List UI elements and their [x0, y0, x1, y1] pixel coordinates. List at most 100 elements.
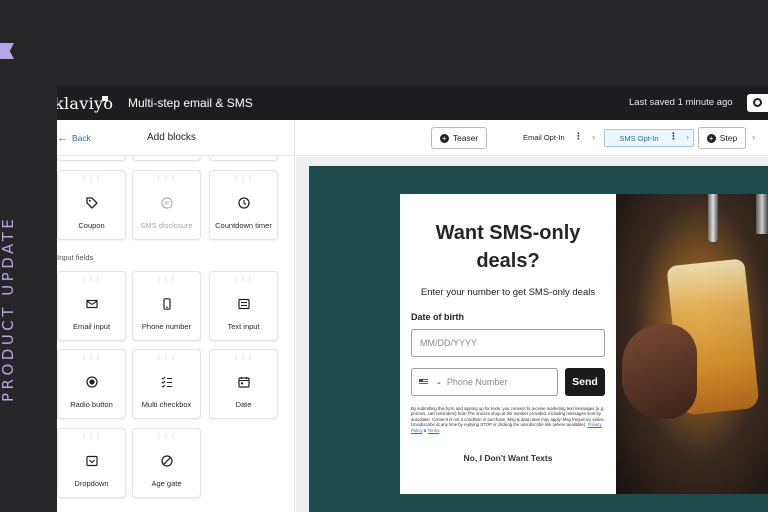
tab-add-step[interactable]: + Step — [698, 127, 746, 149]
block-sms-disclosure[interactable]: ⋮⋮⋮ SMS disclosure — [132, 170, 201, 240]
tab-step-label: Step — [719, 133, 738, 143]
tab-sms-optin[interactable]: SMS Opt-In — [604, 129, 694, 147]
block-card-partial[interactable] — [57, 157, 126, 161]
block-label: Email input — [72, 322, 111, 331]
drag-handle-icon[interactable]: ⋮⋮⋮ — [210, 276, 277, 283]
block-multi-checkbox[interactable]: ⋮⋮⋮ Multi checkbox — [132, 349, 201, 419]
form-headline[interactable]: Want SMS-only deals? — [400, 219, 616, 275]
panel-title: Add blocks — [147, 132, 196, 143]
signup-form-preview[interactable]: Want SMS-only deals? Enter your number t… — [400, 194, 616, 494]
drag-handle-icon[interactable]: ⋮⋮⋮ — [133, 433, 200, 440]
phone-icon — [133, 298, 200, 310]
dropdown-icon — [58, 455, 125, 467]
hand — [622, 324, 697, 419]
checklist-icon — [133, 376, 200, 388]
section-input-fields: Input fields — [57, 253, 94, 262]
blocks-list[interactable]: ⋮⋮⋮ Coupon ⋮⋮⋮ SMS disclosure ⋮⋮⋮ Countd… — [57, 157, 295, 512]
form-subtext[interactable]: Enter your number to get SMS-only deals — [400, 287, 616, 298]
block-label: Dropdown — [74, 479, 109, 488]
send-button[interactable]: Send — [565, 368, 605, 396]
phone-field[interactable]: ⌄ Phone Number — [411, 368, 558, 396]
prohibited-icon — [133, 455, 200, 467]
tab-teaser-label: Teaser — [452, 133, 479, 143]
block-label: Phone number — [141, 322, 192, 331]
tab-email-optin[interactable]: Email Opt-In — [523, 133, 565, 142]
drag-handle-icon[interactable]: ⋮⋮⋮ — [210, 354, 277, 361]
form-headline-text: Want SMS-only deals? — [435, 222, 581, 272]
phone-placeholder: Phone Number — [446, 377, 508, 387]
back-link[interactable]: ← Back — [57, 132, 91, 144]
preview-button[interactable] — [747, 94, 768, 112]
drag-handle-icon[interactable]: ⋮⋮⋮ — [58, 276, 125, 283]
block-card-partial[interactable] — [209, 157, 278, 161]
form-title: Multi-step email & SMS — [128, 96, 253, 110]
beer-tap — [756, 194, 768, 234]
calendar-icon — [210, 376, 277, 388]
block-text-input[interactable]: ⋮⋮⋮ Text input — [209, 271, 278, 341]
last-saved-status: Last saved 1 minute ago — [629, 97, 733, 108]
block-card-partial[interactable] — [132, 157, 201, 161]
drag-handle-icon[interactable]: ⋮⋮⋮ — [210, 175, 277, 182]
us-flag-icon — [419, 379, 428, 385]
drag-handle-icon[interactable]: ⋮⋮⋮ — [58, 354, 125, 361]
terms-link[interactable]: Terms — [428, 428, 440, 433]
block-radio-button[interactable]: ⋮⋮⋮ Radio button — [57, 349, 126, 419]
legal-amp: & — [423, 427, 427, 433]
more-vertical-icon[interactable]: ⋮ — [669, 131, 678, 142]
decline-link[interactable]: No, I Don't Want Texts — [400, 453, 616, 463]
panel-header: ← Back Add blocks — [57, 120, 294, 156]
legal-text: By submitting this form and signing up f… — [411, 406, 605, 428]
beer-tap — [708, 194, 718, 242]
chevron-down-icon[interactable]: ⌄ — [436, 378, 442, 386]
chevron-right-icon: › — [752, 132, 755, 142]
drag-handle-icon[interactable]: ⋮⋮⋮ — [133, 175, 200, 182]
text-box-icon — [210, 298, 277, 310]
product-update-label: PRODUCT UPDATE — [0, 215, 17, 402]
envelope-icon — [58, 298, 125, 310]
block-label: Text input — [227, 322, 260, 331]
drag-handle-icon[interactable]: ⋮⋮⋮ — [58, 175, 125, 182]
top-bar: klaviyo Multi-step email & SMS Last save… — [57, 86, 768, 120]
block-label: Multi checkbox — [141, 400, 192, 409]
arrow-left-icon: ← — [57, 132, 68, 144]
block-date[interactable]: ⋮⋮⋮ Date — [209, 349, 278, 419]
more-vertical-icon[interactable]: ⋮ — [574, 131, 583, 142]
back-label: Back — [72, 133, 91, 143]
block-label: SMS disclosure — [140, 221, 193, 230]
drag-handle-icon[interactable]: ⋮⋮⋮ — [133, 276, 200, 283]
block-label: Radio button — [70, 400, 113, 409]
block-label: Date — [235, 400, 252, 409]
tag-arrow-decoration — [0, 43, 14, 59]
drag-handle-icon[interactable]: ⋮⋮⋮ — [133, 354, 200, 361]
block-dropdown[interactable]: ⋮⋮⋮ Dropdown — [57, 428, 126, 498]
block-email-input[interactable]: ⋮⋮⋮ Email input — [57, 271, 126, 341]
beer-photo — [616, 194, 768, 494]
drag-handle-icon[interactable]: ⋮⋮⋮ — [58, 433, 125, 440]
block-countdown-timer[interactable]: ⋮⋮⋮ Countdown timer — [209, 170, 278, 240]
block-coupon[interactable]: ⋮⋮⋮ Coupon — [57, 170, 126, 240]
plus-icon: + — [439, 133, 449, 143]
clock-icon — [210, 197, 277, 209]
canvas-background: Want SMS-only deals? Enter your number t… — [309, 166, 768, 512]
legal-disclosure: By submitting this form and signing up f… — [411, 406, 605, 433]
tab-email-optin-label: Email Opt-In — [523, 133, 565, 142]
chevron-right-icon: › — [592, 132, 595, 142]
block-age-gate[interactable]: ⋮⋮⋮ Age gate — [132, 428, 201, 498]
add-blocks-panel: ← Back Add blocks ⋮⋮⋮ Coupon ⋮⋮⋮ SMS dis… — [57, 120, 295, 512]
tab-sms-optin-label: SMS Opt-In — [619, 133, 659, 143]
dob-label: Date of birth — [411, 312, 464, 322]
block-label: Age gate — [151, 479, 182, 488]
block-label: Countdown timer — [215, 221, 272, 230]
chevron-right-icon: › — [686, 132, 689, 142]
dob-field[interactable]: MM/DD/YYYY — [411, 329, 605, 357]
app-window: klaviyo Multi-step email & SMS Last save… — [57, 86, 768, 512]
logo-flag-icon — [102, 96, 108, 101]
editor-canvas: Want SMS-only deals? Enter your number t… — [296, 157, 768, 512]
preview-icon — [753, 98, 762, 107]
tab-teaser[interactable]: + Teaser — [431, 127, 487, 149]
block-phone-number[interactable]: ⋮⋮⋮ Phone number — [132, 271, 201, 341]
steps-tab-bar: + Teaser Email Opt-In ⋮ › SMS Opt-In ⋮ ›… — [296, 120, 768, 156]
message-icon — [133, 197, 200, 209]
block-label: Coupon — [78, 221, 105, 230]
plus-icon: + — [706, 133, 716, 143]
